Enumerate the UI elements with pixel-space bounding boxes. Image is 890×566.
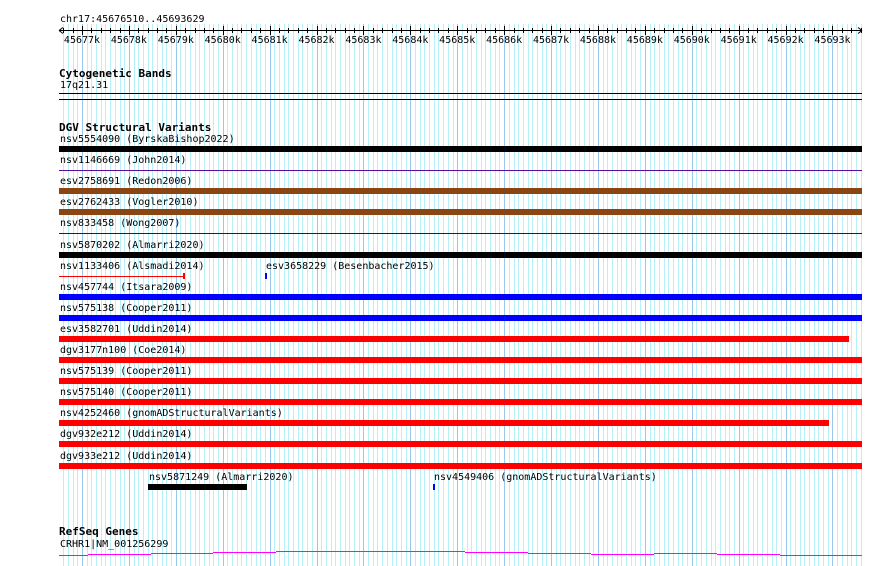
feature-bar[interactable] [59, 188, 862, 195]
ruler-tick-label: 45681k [251, 35, 288, 46]
gene-model-CRHR1[interactable] [0, 545, 890, 560]
ruler-tick-label: 45688k [579, 35, 617, 46]
feature-bar[interactable] [148, 483, 247, 490]
genome-browser: chr17:45676510..45693629 45677k 45678k 456… [0, 0, 890, 566]
cytoband-line[interactable] [59, 93, 862, 94]
ruler-tick-label: 45693k [814, 35, 851, 46]
ruler-tick-label: 45690k [673, 35, 710, 46]
feature-label[interactable]: esv2762433 (Vogler2010) [60, 197, 198, 208]
feature-bar[interactable] [59, 233, 862, 235]
feature-label[interactable]: esv2758691 (Redon2006) [60, 176, 192, 187]
feature-label[interactable]: nsv575140 (Cooper2011) [60, 387, 192, 398]
feature-bar[interactable] [265, 272, 267, 279]
ruler-tick-label: 45682k [298, 35, 335, 46]
feature-bar[interactable] [59, 441, 862, 448]
feature-label[interactable]: dgv932e212 (Uddin2014) [60, 429, 192, 440]
ruler-tick-label: 45680k [204, 35, 241, 46]
feature-bar[interactable] [59, 275, 184, 277]
cytoband-line-lower [59, 99, 862, 100]
feature-bar[interactable] [59, 170, 862, 172]
feature-label[interactable]: dgv3177n100 (Coe2014) [60, 345, 186, 356]
feature-label[interactable]: nsv1133406 (Alsmadi2014) [60, 261, 205, 272]
feature-bar[interactable] [59, 314, 862, 321]
ruler-tick-label: 45691k [720, 35, 757, 46]
feature-bar[interactable] [433, 483, 435, 490]
ruler-tick-label: 45677k [63, 35, 101, 46]
ruler-tick-label: 45684k [392, 35, 429, 46]
feature-label[interactable]: nsv833458 (Wong2007) [60, 218, 180, 229]
track-title-dgv[interactable]: DGV Structural Variants [59, 121, 211, 134]
ruler-tick-label: 45678k [110, 35, 147, 46]
cytoband-label: 17q21.31 [60, 80, 109, 91]
feature-label[interactable]: nsv4252460 (gnomADStructuralVariants) [60, 408, 283, 419]
ruler-tick-label: 45683k [345, 35, 382, 46]
feature-bar[interactable] [59, 420, 829, 427]
feature-label[interactable]: dgv933e212 (Uddin2014) [60, 451, 192, 462]
ruler-tick-label: 45689k [626, 35, 663, 46]
feature-bar[interactable] [59, 378, 862, 385]
feature-bar[interactable] [59, 251, 862, 258]
feature-label[interactable]: nsv4549406 (gnomADStructuralVariants) [434, 472, 657, 483]
feature-bar[interactable] [59, 209, 862, 216]
feature-bar[interactable] [59, 399, 862, 406]
ruler-tick-label: 45687k [532, 35, 570, 46]
feature-label[interactable]: esv3582701 (Uddin2014) [60, 324, 192, 335]
ruler-tick-label: 45692k [767, 35, 804, 46]
feature-bar[interactable] [59, 462, 862, 469]
feature-label[interactable]: nsv5870202 (Almarri2020) [60, 240, 205, 251]
ruler-tick-label: 45679k [157, 35, 194, 46]
feature-label[interactable]: nsv5554090 (ByrskaBishop2022) [60, 134, 235, 145]
track-title-refseq[interactable]: RefSeq Genes [59, 525, 138, 538]
ruler-tick-label: 45686k [486, 35, 523, 46]
feature-bar[interactable] [59, 146, 862, 152]
track-title-cytobands[interactable]: Cytogenetic Bands [59, 67, 172, 80]
feature-label[interactable]: esv3658229 (Besenbacher2015) [266, 261, 435, 272]
feature-label[interactable]: nsv575139 (Cooper2011) [60, 366, 192, 377]
feature-bar[interactable] [59, 293, 862, 300]
feature-label[interactable]: nsv457744 (Itsara2009) [60, 282, 192, 293]
ruler-tick-label: 45685k [439, 35, 476, 46]
feature-label[interactable]: nsv5871249 (Almarri2020) [149, 472, 294, 483]
feature-bar[interactable] [59, 357, 862, 363]
feature-label[interactable]: nsv575138 (Cooper2011) [60, 303, 192, 314]
feature-label[interactable]: nsv1146669 (John2014) [60, 155, 186, 166]
feature-bar[interactable] [59, 335, 849, 342]
